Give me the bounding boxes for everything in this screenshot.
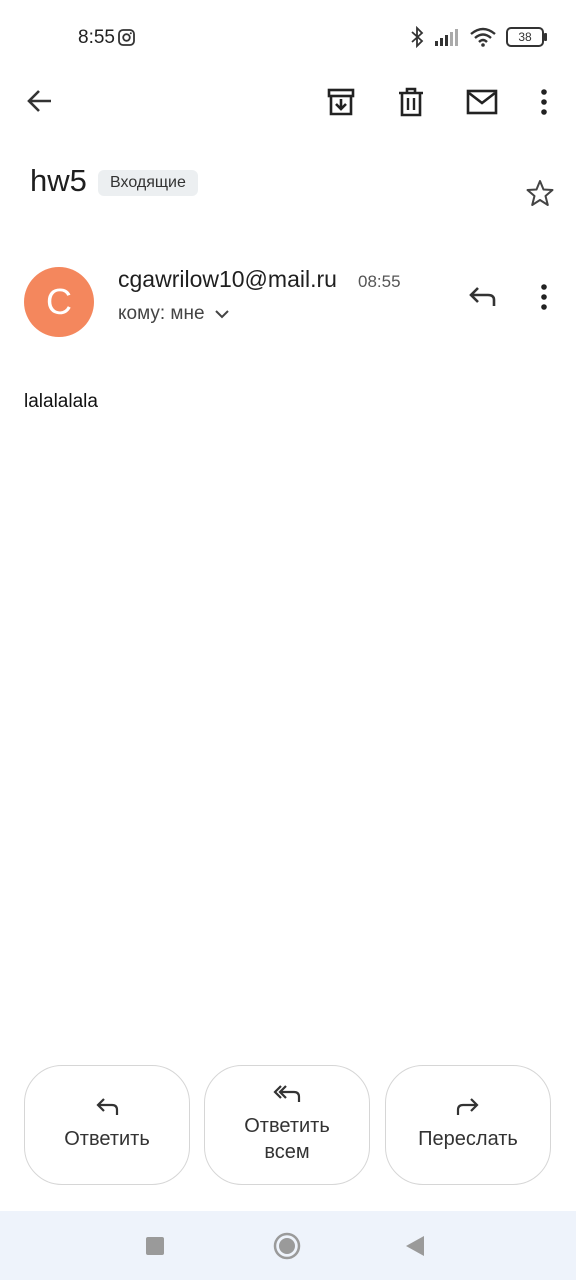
email-body: lalalalala xyxy=(24,391,98,412)
home-icon[interactable] xyxy=(273,1232,301,1260)
recipient-label: кому: мне xyxy=(118,303,205,324)
wifi-icon xyxy=(470,27,496,47)
reply-label: Ответить xyxy=(64,1128,150,1150)
reply-all-button[interactable]: Ответить всем xyxy=(204,1065,370,1185)
bluetooth-icon xyxy=(410,26,424,48)
more-vert-icon[interactable] xyxy=(524,82,564,122)
message-more-vert-icon[interactable] xyxy=(524,277,564,317)
delete-icon[interactable] xyxy=(391,82,431,122)
system-icons: 38 xyxy=(410,26,547,48)
recents-icon[interactable] xyxy=(146,1237,164,1255)
reply-icon[interactable] xyxy=(462,277,502,317)
forward-icon xyxy=(456,1098,480,1116)
instagram-icon xyxy=(118,29,135,46)
forward-label: Переслать xyxy=(418,1128,518,1150)
archive-icon[interactable] xyxy=(321,82,361,122)
sender-email[interactable]: cgawrilow10@mail.ru xyxy=(118,266,337,293)
signal-icon xyxy=(434,28,460,46)
email-subject: hw5 xyxy=(30,163,87,198)
reply-all-icon xyxy=(273,1085,301,1103)
reply-icon xyxy=(95,1098,119,1116)
reply-all-label: Ответить всем xyxy=(244,1115,330,1163)
reply-button[interactable]: Ответить xyxy=(24,1065,190,1185)
inbox-label-chip[interactable]: Входящие xyxy=(98,170,198,196)
sender-avatar[interactable]: C xyxy=(24,267,94,337)
battery-icon: 38 xyxy=(506,27,547,47)
email-time: 08:55 xyxy=(358,272,401,291)
recipient-details-toggle[interactable]: кому: мне xyxy=(118,303,229,325)
mark-unread-icon[interactable] xyxy=(462,82,502,122)
star-icon[interactable] xyxy=(520,173,560,213)
status-time: 8:55 xyxy=(78,27,115,48)
forward-button[interactable]: Переслать xyxy=(385,1065,551,1185)
back-arrow-icon[interactable] xyxy=(20,81,60,121)
system-navigation-bar xyxy=(0,1211,576,1280)
chevron-down-icon xyxy=(214,309,229,319)
back-nav-icon[interactable] xyxy=(405,1235,425,1257)
